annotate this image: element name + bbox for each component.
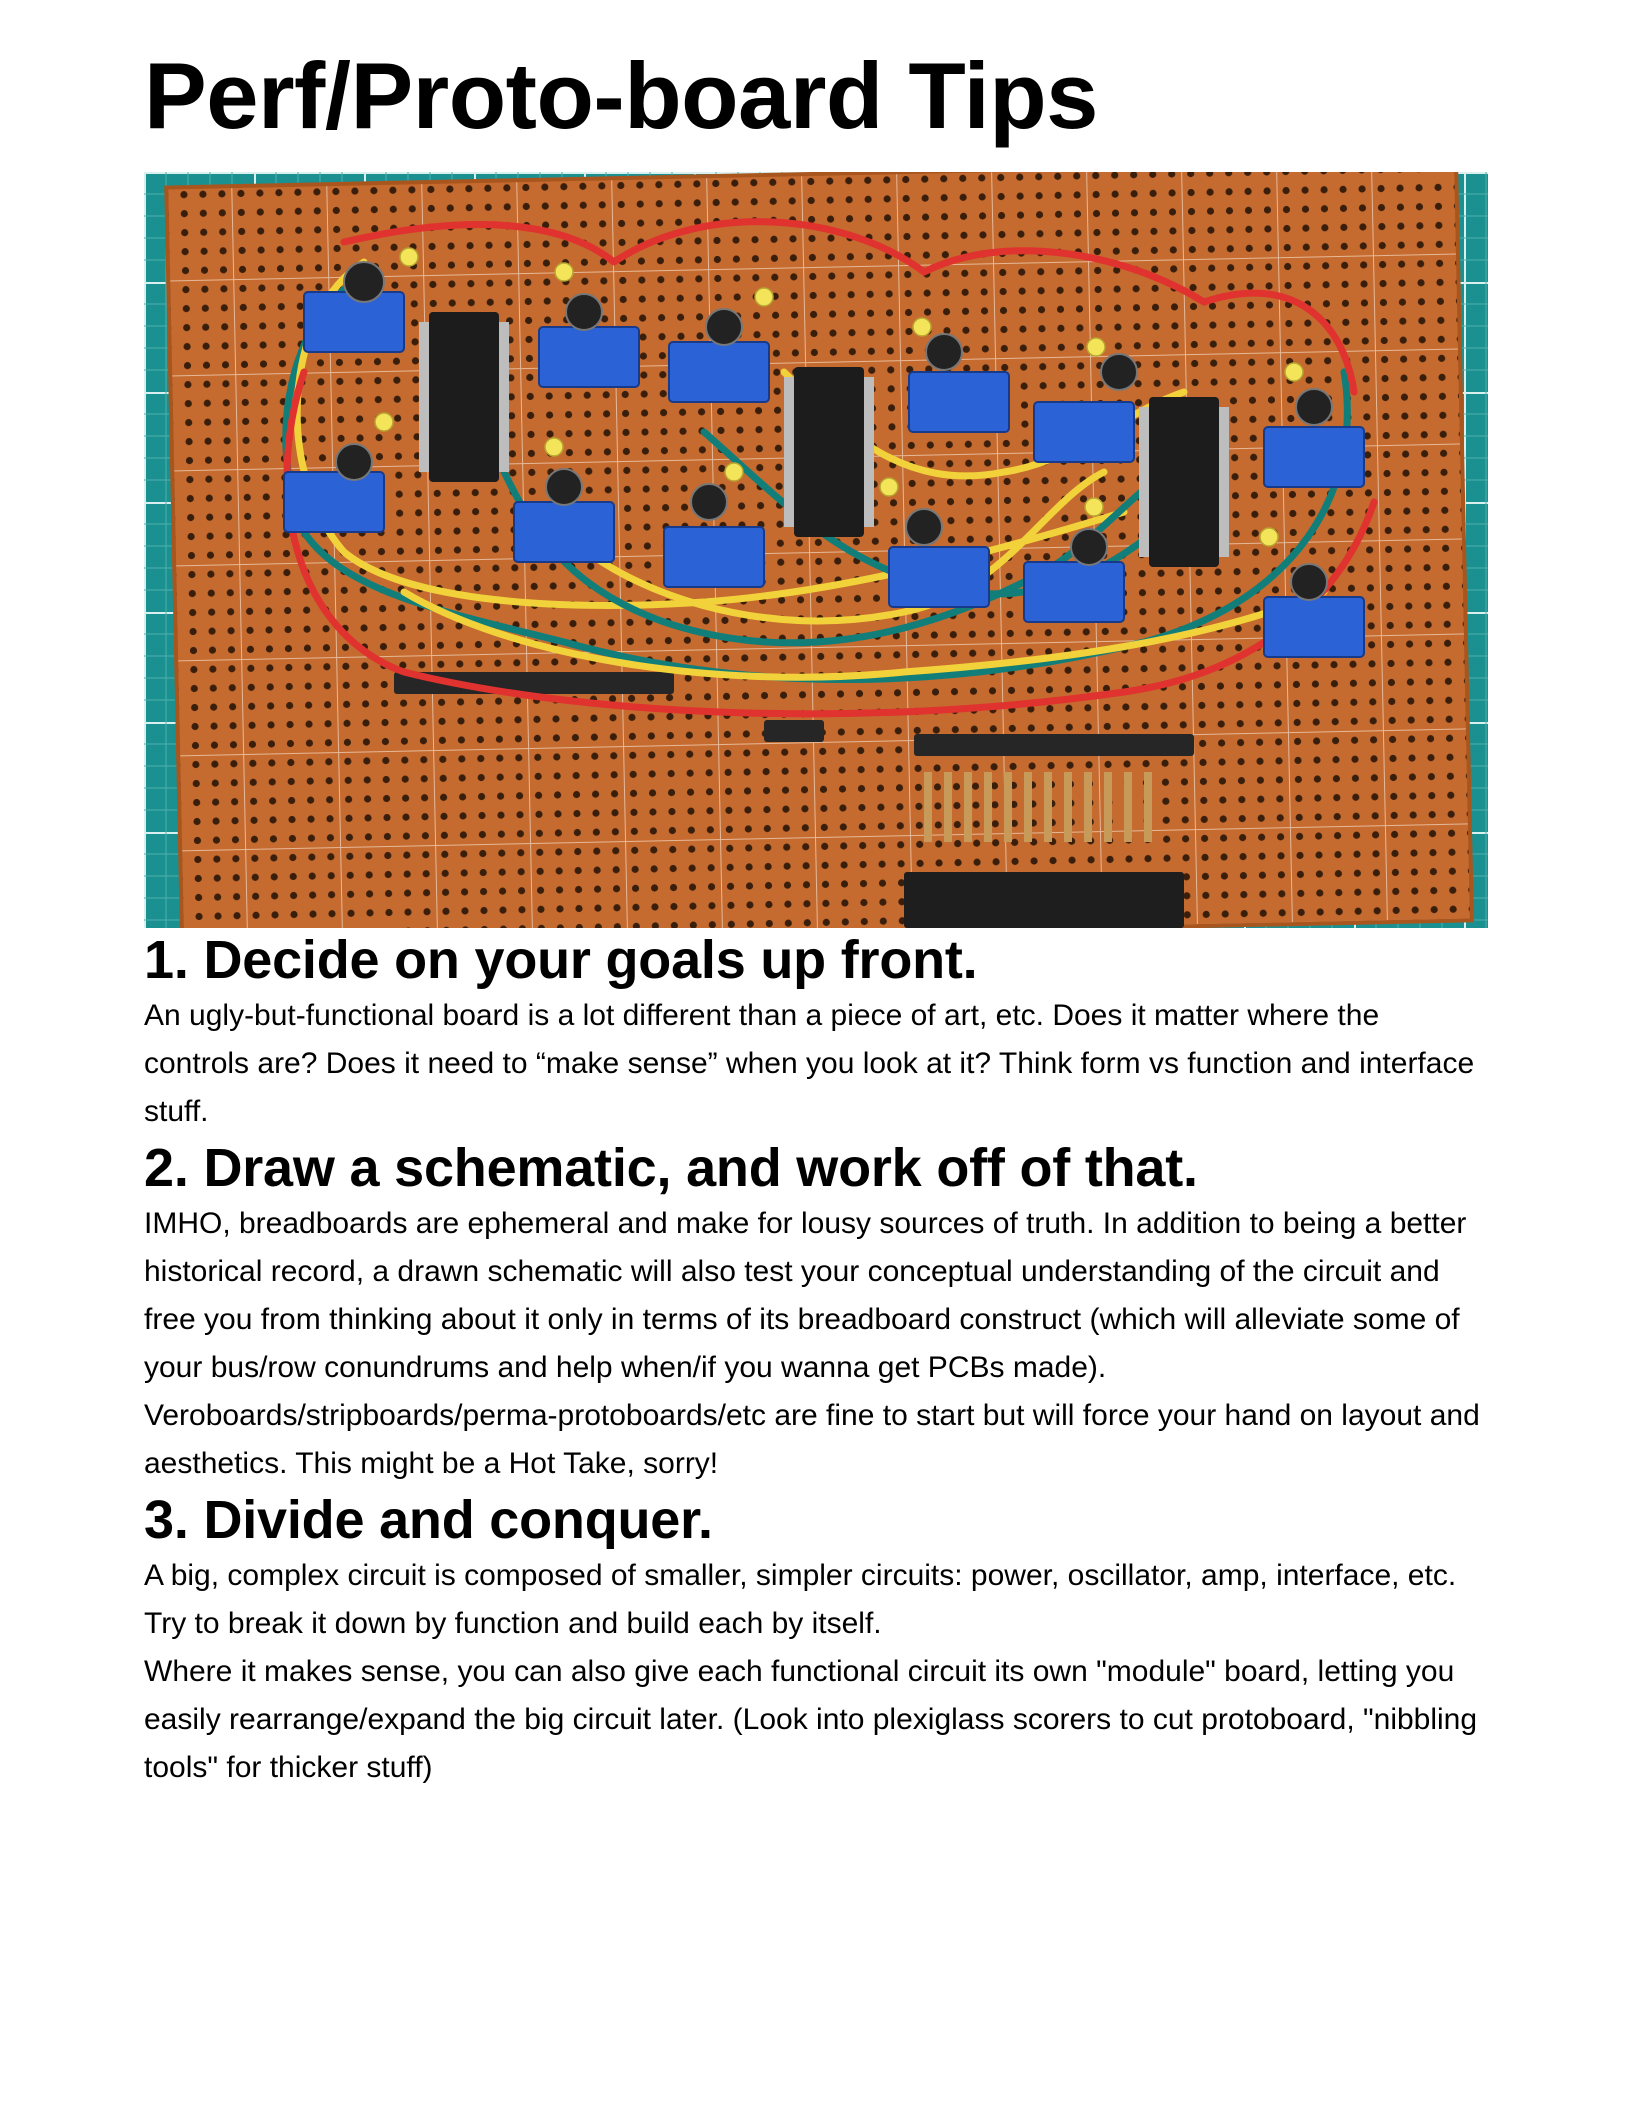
section-heading-schematic: 2. Draw a schematic, and work off of tha… bbox=[144, 1138, 1198, 1198]
page-title: Perf/Proto-board Tips bbox=[144, 43, 1098, 148]
paragraph-divide-2: Where it makes sense, you can also give … bbox=[144, 1655, 1478, 1784]
paragraph-divide-1: A big, complex circuit is composed of sm… bbox=[144, 1559, 1457, 1640]
paragraph-goals: An ugly-but-functional board is a lot di… bbox=[144, 999, 1475, 1128]
paragraph-schematic-2: Veroboards/stripboards/perma-protoboards… bbox=[144, 1399, 1480, 1480]
document-page: Perf/Proto-board Tips 1. Decide on your … bbox=[144, 0, 1488, 1792]
paragraph-schematic-1: IMHO, breadboards are ephemeral and make… bbox=[144, 1207, 1467, 1384]
section-heading-divide: 3. Divide and conquer. bbox=[144, 1490, 713, 1550]
circuit-board-photo bbox=[144, 172, 1488, 928]
section-heading-goals: 1. Decide on your goals up front. bbox=[144, 930, 978, 990]
